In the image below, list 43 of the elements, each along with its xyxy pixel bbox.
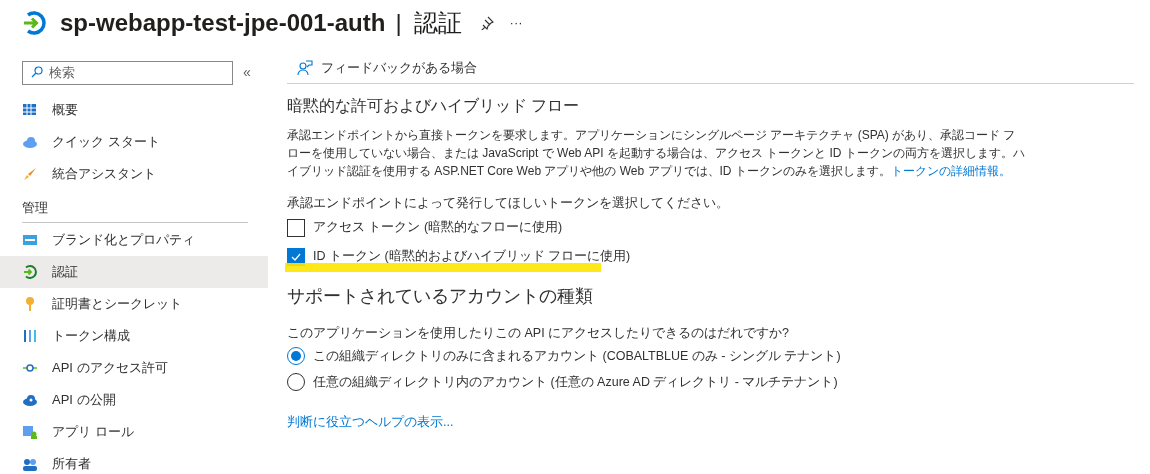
sidebar-item[interactable]: アプリ ロール — [0, 416, 268, 448]
help-link[interactable]: 判断に役立つヘルプの表示... — [287, 412, 1134, 432]
search-icon — [31, 66, 43, 78]
users-icon — [22, 456, 38, 472]
radio-label: この組織ディレクトリのみに含まれるアカウント (COBALTBLUE のみ - シングル テナント) — [313, 347, 841, 365]
section-title: 認証 — [413, 8, 462, 38]
prompt-text: このアプリケーションを使用したりこの API にアクセスしたりできるのはだれですか? — [287, 324, 791, 342]
cloud-icon — [22, 134, 38, 150]
bars-icon — [22, 328, 38, 344]
radio-label: 任意の組織ディレクトリ内のアカウント (任意の Azure AD ディレクトリ - マルチテナント) — [313, 373, 838, 391]
search-field[interactable]: 検索 — [22, 60, 233, 85]
sidebar-item[interactable]: 統合アシスタント — [0, 158, 268, 190]
grid-icon — [22, 102, 38, 118]
sidebar-item[interactable]: 所有者 — [0, 448, 268, 474]
section-heading: 暗黙的な許可およびハイブリッド フロー — [287, 96, 581, 116]
sidebar-item[interactable]: API の公開 — [0, 384, 268, 416]
sign-in-icon — [22, 264, 38, 280]
feedback-button[interactable]: フィードバックがある場合 — [321, 57, 477, 78]
prompt-text: 承認エンドポイントによって発行してほしいトークンを選択してください。 — [287, 195, 730, 212]
page-title: sp-webapp-test-jpe-001-auth — [60, 8, 386, 38]
checkbox-label: ID トークン (暗黙的およびハイブリッド フローに使用) — [313, 248, 631, 266]
collapse-button[interactable]: « — [243, 61, 251, 83]
sidebar-item[interactable]: ブランド化とプロパティ — [0, 224, 268, 256]
checkbox[interactable] — [287, 218, 305, 237]
sidebar-item[interactable]: クイック スタート — [0, 126, 268, 158]
cloud-icon — [22, 392, 38, 408]
sidebar-item[interactable]: 証明書とシークレット — [0, 288, 268, 320]
sidebar-item[interactable]: 認証 — [0, 256, 268, 288]
description-text: 承認エンドポイントから直接トークンを要求します。アプリケーションにシングルページ アーキテクチャ (SPA) があり、承認コード フローを使用していない場合、または JavaScript で Web API を起動する場合は、アクセス トークンと ID トークンの両方を選択します。ハイブリッド認証を使用する ASP.NET Core Web アプリや他の Web アプリでは、ID トークンのみを選択します。トークンの詳細情報。 — [287, 127, 1026, 180]
sign-in-icon — [22, 10, 48, 36]
section-heading: サポートされているアカウントの種類 — [287, 284, 594, 308]
pin-icon[interactable] — [479, 16, 494, 30]
sidebar-item[interactable]: 概要 — [0, 94, 268, 126]
sidebar-item[interactable]: API のアクセス許可 — [0, 352, 268, 384]
group-heading: 管理 — [21, 199, 49, 217]
title-separator: | — [395, 8, 402, 38]
more-button[interactable]: ··· — [509, 13, 523, 33]
learn-more-link[interactable]: トークンの詳細情報。 — [890, 164, 1011, 178]
checkbox-label: アクセス トークン (暗黙的なフローに使用) — [313, 219, 563, 237]
sidebar-item[interactable]: トークン構成 — [0, 320, 268, 352]
feedback-icon — [297, 59, 313, 76]
grid-user-icon — [22, 424, 38, 440]
window-icon — [22, 232, 38, 248]
